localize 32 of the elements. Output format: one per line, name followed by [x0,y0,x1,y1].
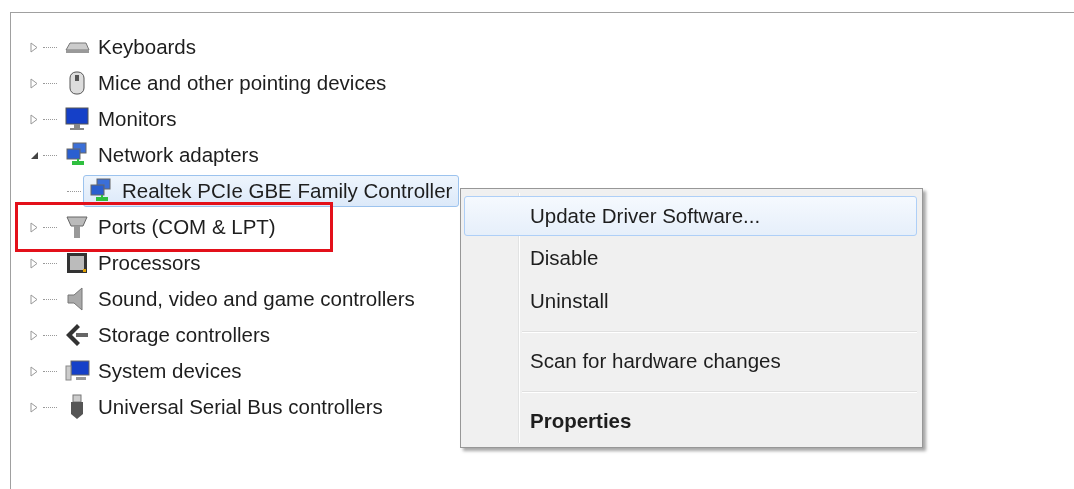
computer-icon [64,358,90,384]
expand-arrow-icon[interactable] [30,221,38,233]
monitor-icon [64,106,90,132]
expand-arrow-icon[interactable] [30,401,38,413]
tree-item[interactable]: Realtek PCIe GBE Family Controller [83,175,460,207]
tree-item[interactable]: Ports (COM & LPT) [59,211,283,243]
tree-item[interactable]: Monitors [59,103,184,135]
expand-arrow-icon[interactable] [30,41,38,53]
expand-arrow-icon[interactable] [30,329,38,341]
expand-arrow-icon[interactable] [30,113,38,125]
tree-item[interactable]: Processors [59,247,208,279]
chip-icon [64,250,90,276]
tree-item[interactable]: Storage controllers [59,319,278,351]
tree-item[interactable]: Network adapters [59,139,266,171]
network-icon [64,142,90,168]
network-icon [88,178,114,204]
tree-item[interactable]: Universal Serial Bus controllers [59,391,390,423]
tree-item[interactable]: Keyboards [59,31,203,63]
menu-item[interactable]: Update Driver Software... [464,196,917,237]
collapse-arrow-icon[interactable] [29,150,39,160]
menu-item[interactable]: Uninstall [464,280,917,321]
tree-item[interactable]: Mice and other pointing devices [59,67,394,99]
menu-item[interactable]: Disable [464,238,917,279]
menu-item[interactable]: Properties [464,400,917,441]
tree-item[interactable]: Sound, video and game controllers [59,283,422,315]
tree-item[interactable]: System devices [59,355,249,387]
expand-arrow-icon[interactable] [30,77,38,89]
expand-arrow-icon[interactable] [30,257,38,269]
expand-arrow-icon[interactable] [30,365,38,377]
port-icon [64,214,90,240]
expand-arrow-icon[interactable] [30,293,38,305]
menu-item[interactable]: Scan for hardware changes [464,340,917,381]
